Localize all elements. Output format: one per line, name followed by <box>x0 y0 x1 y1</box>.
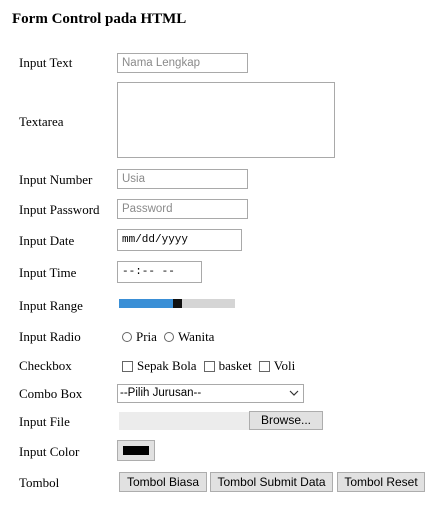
label-input-file: Input File <box>19 414 70 429</box>
password-input[interactable]: Password <box>117 199 248 219</box>
checkbox-sepak-bola[interactable] <box>122 360 133 372</box>
label-input-color: Input Color <box>19 444 80 459</box>
file-name-box <box>119 412 250 430</box>
radio-label-pria: Pria <box>136 329 157 344</box>
tombol-biasa-button[interactable]: Tombol Biasa <box>119 472 207 492</box>
range-slider[interactable] <box>119 299 235 308</box>
range-fill <box>119 299 173 308</box>
label-input-text: Input Text <box>19 55 73 70</box>
checkbox-label-voli: Voli <box>273 358 296 373</box>
label-textarea: Textarea <box>19 114 64 129</box>
radio-group: Pria Wanita <box>122 329 214 345</box>
textarea-input[interactable] <box>117 82 335 158</box>
number-input[interactable]: Usia <box>117 169 248 189</box>
checkbox-label-basket: basket <box>218 358 252 373</box>
color-swatch <box>123 446 149 455</box>
checkbox-label-sepak-bola: Sepak Bola <box>137 358 197 373</box>
radio-label-wanita: Wanita <box>177 329 215 344</box>
combo-select[interactable]: --Pilih Jurusan-- <box>117 384 304 403</box>
label-input-radio: Input Radio <box>19 329 81 344</box>
label-input-date: Input Date <box>19 233 75 248</box>
text-input[interactable]: Nama Lengkap <box>117 53 248 73</box>
checkbox-voli[interactable] <box>258 360 270 372</box>
radio-wanita[interactable] <box>163 332 174 342</box>
label-tombol: Tombol <box>19 475 60 490</box>
range-thumb[interactable] <box>173 299 182 308</box>
browse-button[interactable]: Browse... <box>249 411 323 430</box>
color-picker[interactable] <box>117 440 155 461</box>
time-input[interactable]: --:-- -- <box>117 261 202 283</box>
label-input-range: Input Range <box>19 298 83 313</box>
label-combo-box: Combo Box <box>19 386 83 401</box>
checkbox-group: Sepak Bola basket Voli <box>122 358 295 374</box>
label-checkbox: Checkbox <box>19 358 72 373</box>
label-input-time: Input Time <box>19 265 77 280</box>
radio-pria[interactable] <box>122 332 132 342</box>
chevron-down-icon <box>289 390 299 396</box>
page-title: Form Control pada HTML <box>12 11 187 27</box>
combo-selected: --Pilih Jurusan-- <box>120 387 202 399</box>
tombol-submit-button[interactable]: Tombol Submit Data <box>210 472 333 492</box>
tombol-reset-button[interactable]: Tombol Reset <box>337 472 425 492</box>
checkbox-basket[interactable] <box>203 360 215 372</box>
label-input-password: Input Password <box>19 202 100 217</box>
label-input-number: Input Number <box>19 172 93 187</box>
date-input[interactable]: mm/dd/yyyy <box>117 229 242 251</box>
